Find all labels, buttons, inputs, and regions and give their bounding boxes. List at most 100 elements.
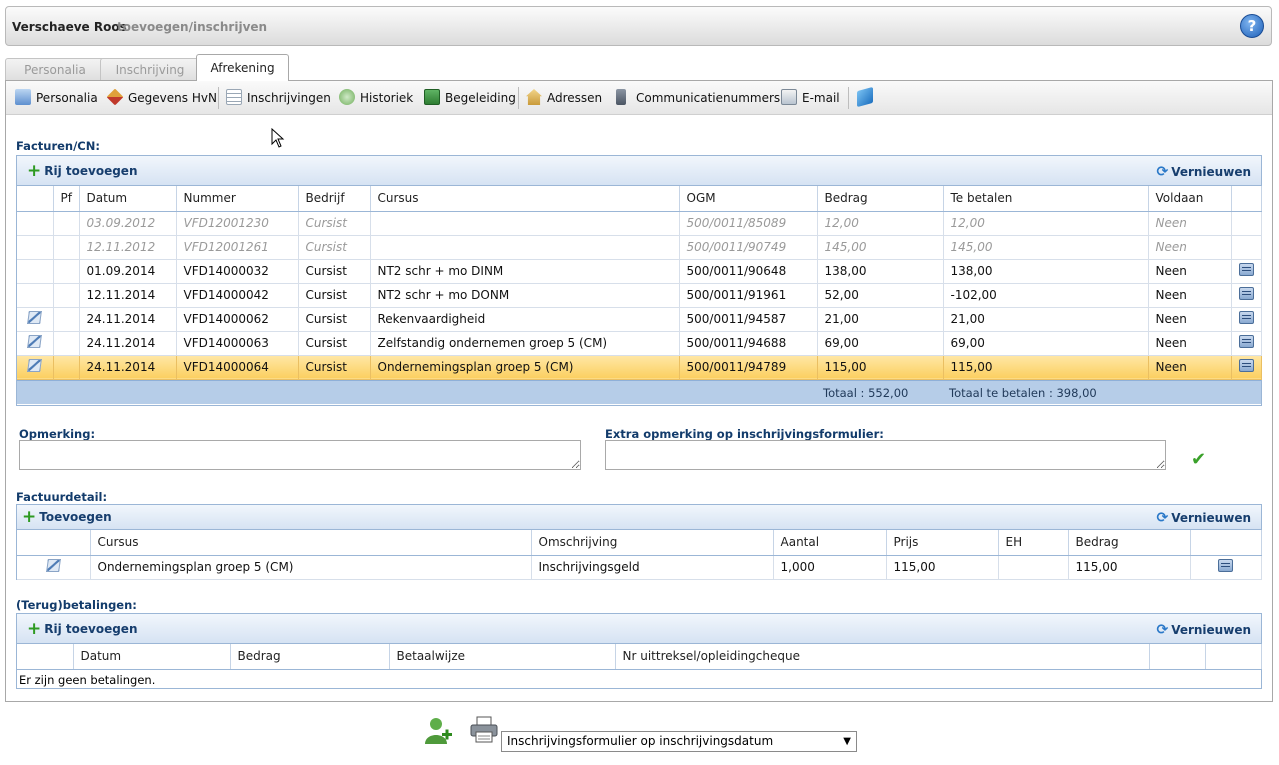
- table-row[interactable]: 12.11.2012 VFD12001261 Cursist 500/0011/907…: [17, 235, 1262, 260]
- toolbar-personalia[interactable]: Personalia: [15, 89, 98, 107]
- col-nr-uittreksel[interactable]: Nr uittreksel/opleidingcheque: [615, 644, 1150, 670]
- refresh-payment-button[interactable]: ⟳ Vernieuwen: [1156, 622, 1251, 638]
- toolbar-blue-book[interactable]: [857, 86, 878, 108]
- edit-cell[interactable]: [17, 235, 54, 260]
- add-row-button[interactable]: + Rij toevoegen: [27, 161, 138, 181]
- col-prijs[interactable]: Prijs: [886, 530, 999, 556]
- document-icon[interactable]: [1218, 559, 1233, 572]
- invoices-header-row: Pf Datum Nummer Bedrijf Cursus OGM Bedra…: [17, 186, 1262, 212]
- detail-grid: + Toevoegen ⟳ Vernieuwen Cursus Omschrijvi…: [16, 504, 1262, 580]
- doc-cell[interactable]: [1231, 307, 1262, 332]
- add-person-icon[interactable]: [423, 716, 453, 746]
- col-bedrag[interactable]: Bedrag: [817, 186, 944, 212]
- plus-icon: +: [27, 161, 42, 181]
- col-cursus[interactable]: Cursus: [90, 530, 532, 556]
- toolbar-communicatienummers[interactable]: Communicatienummers: [616, 89, 780, 107]
- edit-icon[interactable]: [27, 335, 43, 348]
- edit-cell[interactable]: [17, 259, 54, 284]
- col-pf[interactable]: Pf: [53, 186, 80, 212]
- payments-header-row: Datum Bedrag Betaalwijze Nr uittreksel/o…: [17, 644, 1262, 670]
- cell-ogm: 500/0011/90749: [679, 235, 818, 260]
- edit-cell[interactable]: [17, 307, 54, 332]
- toolbar-begeleiding[interactable]: Begeleiding: [424, 89, 516, 107]
- add-detail-button[interactable]: + Toevoegen: [22, 509, 112, 526]
- doc-cell[interactable]: [1231, 331, 1262, 356]
- doc-cell[interactable]: [1231, 259, 1262, 284]
- edit-cell[interactable]: [17, 331, 54, 356]
- col-voldaan[interactable]: Voldaan: [1148, 186, 1232, 212]
- edit-cell[interactable]: [17, 555, 91, 580]
- add-payment-button[interactable]: + Rij toevoegen: [27, 621, 138, 638]
- col-edit: [17, 530, 91, 556]
- edit-icon[interactable]: [27, 311, 43, 324]
- edit-cell[interactable]: [17, 211, 54, 236]
- toolbar-gegevens-hvn[interactable]: Gegevens HvN: [106, 88, 217, 107]
- document-icon[interactable]: [1238, 335, 1254, 348]
- table-row[interactable]: 24.11.2014 VFD14000062 Cursist Rekenvaardig…: [17, 307, 1262, 332]
- table-row[interactable]: 12.11.2014 VFD14000042 Cursist NT2 schr + m…: [17, 283, 1262, 308]
- tab-inschrijving[interactable]: Inschrijving: [100, 58, 200, 81]
- col-datum[interactable]: Datum: [79, 186, 177, 212]
- edit-icon[interactable]: [27, 359, 43, 372]
- doc-cell[interactable]: [1231, 355, 1262, 380]
- table-row[interactable]: Ondernemingsplan groep 5 (CM) Inschrijvi…: [17, 555, 1262, 580]
- document-icon[interactable]: [1238, 287, 1254, 300]
- help-icon[interactable]: ?: [1240, 14, 1264, 38]
- table-row[interactable]: 01.09.2014 VFD14000032 Cursist NT2 schr + m…: [17, 259, 1262, 284]
- printer-icon[interactable]: [469, 716, 499, 744]
- doc-cell[interactable]: [1231, 283, 1262, 308]
- col-ogm[interactable]: OGM: [679, 186, 818, 212]
- edit-cell[interactable]: [17, 283, 54, 308]
- detail-label: Factuurdetail:: [16, 490, 108, 504]
- invoices-table: Pf Datum Nummer Bedrijf Cursus OGM Bedra…: [17, 186, 1262, 380]
- tab-personalia[interactable]: Personalia: [5, 58, 105, 81]
- page-subtitle: toevoegen/inschrijven: [117, 20, 268, 34]
- list-icon: [226, 89, 242, 105]
- totaal: Totaal : 552,00: [823, 385, 909, 400]
- extra-opmerking-field[interactable]: [605, 440, 1166, 470]
- col-betaalwijze[interactable]: Betaalwijze: [389, 644, 616, 670]
- col-bedrijf[interactable]: Bedrijf: [298, 186, 371, 212]
- refresh-button[interactable]: ⟳ Vernieuwen: [1156, 164, 1251, 180]
- col-bedrag[interactable]: Bedrag: [1068, 530, 1191, 556]
- edit-cell[interactable]: [17, 355, 54, 380]
- cell-ogm: 500/0011/90648: [679, 259, 818, 284]
- cell-bedrag: 115,00: [1068, 555, 1191, 580]
- document-icon[interactable]: [1238, 311, 1254, 324]
- title-bar: Verschaeve Roos toevoegen/inschrijven ?: [5, 6, 1272, 46]
- document-icon[interactable]: [1238, 263, 1254, 276]
- toolbar-inschrijvingen[interactable]: Inschrijvingen: [226, 89, 331, 107]
- cell-datum: 24.11.2014: [79, 307, 177, 332]
- blue-book-icon: [857, 86, 873, 108]
- save-check-icon[interactable]: ✔: [1191, 449, 1206, 470]
- toolbar-historiek[interactable]: Historiek: [339, 89, 413, 107]
- invoices-totals-bar: Totaal : 552,00 Totaal te betalen : 398,…: [17, 379, 1261, 404]
- doc-cell[interactable]: [1231, 211, 1262, 236]
- refresh-detail-button[interactable]: ⟳ Vernieuwen: [1156, 510, 1251, 526]
- edit-icon[interactable]: [45, 559, 61, 572]
- col-eh[interactable]: EH: [998, 530, 1069, 556]
- col-te-betalen[interactable]: Te betalen: [943, 186, 1149, 212]
- col-bedrag[interactable]: Bedrag: [230, 644, 390, 670]
- col-omschrijving[interactable]: Omschrijving: [531, 530, 774, 556]
- document-icon[interactable]: [1238, 359, 1254, 372]
- doc-cell[interactable]: [1190, 555, 1262, 580]
- extra-opmerking-label: Extra opmerking op inschrijvingsformulie…: [605, 427, 884, 441]
- toolbar-separator: [518, 87, 519, 109]
- col-datum[interactable]: Datum: [73, 644, 231, 670]
- cell-ogm: 500/0011/85089: [679, 211, 818, 236]
- tab-afrekening[interactable]: Afrekening: [196, 54, 289, 81]
- col-cursus[interactable]: Cursus: [370, 186, 680, 212]
- col-nummer[interactable]: Nummer: [176, 186, 299, 212]
- toolbar-email[interactable]: E-mail: [781, 89, 840, 107]
- form-type-select[interactable]: Inschrijvingsformulier op inschrijvingsd…: [501, 731, 857, 752]
- table-row[interactable]: 24.11.2014 VFD14000064 Cursist Ondernemings…: [17, 355, 1262, 380]
- person-card-icon: [15, 89, 31, 105]
- opmerking-field[interactable]: [19, 440, 581, 470]
- table-row[interactable]: 03.09.2012 VFD12001230 Cursist 500/0011/850…: [17, 211, 1262, 236]
- toolbar-adressen[interactable]: Adressen: [526, 89, 602, 107]
- table-row[interactable]: 24.11.2014 VFD14000063 Cursist Zelfstandig …: [17, 331, 1262, 356]
- col-aantal[interactable]: Aantal: [773, 530, 887, 556]
- doc-cell[interactable]: [1231, 235, 1262, 260]
- toolbar-label: E-mail: [802, 91, 840, 105]
